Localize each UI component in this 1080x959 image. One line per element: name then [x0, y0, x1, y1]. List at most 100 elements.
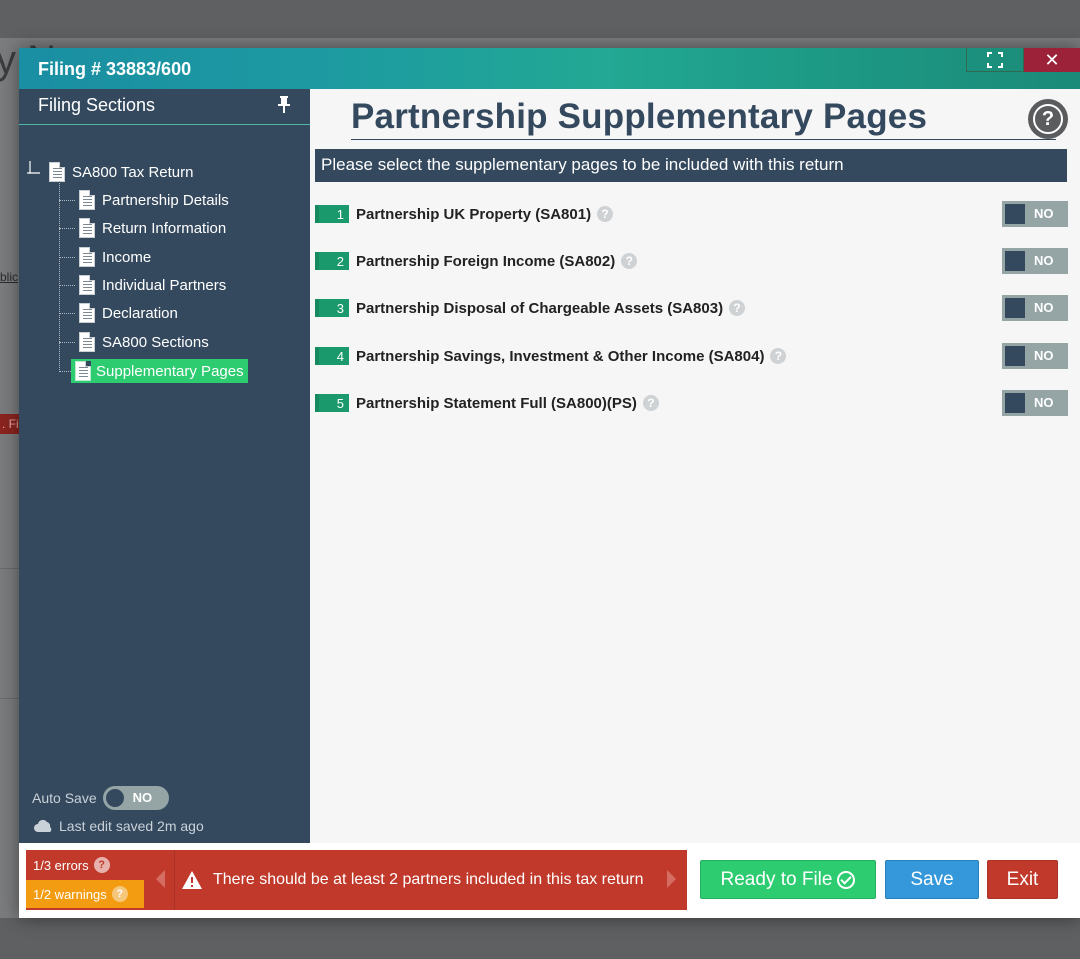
help-icon: ? [93, 857, 110, 873]
warning-triangle-icon [182, 871, 202, 889]
tree-item-individual-partners[interactable]: Individual Partners [79, 273, 226, 297]
background-link-fragment: blic [0, 270, 19, 284]
warning-count[interactable]: 1/2 warnings ? [26, 880, 144, 908]
instruction-bar: Please select the supplementary pages to… [315, 149, 1067, 182]
tree-item-declaration[interactable]: Declaration [79, 301, 178, 325]
help-icon[interactable]: ? [621, 253, 638, 269]
include-toggle[interactable]: NO [1002, 390, 1068, 416]
next-message-arrow-icon[interactable] [667, 870, 676, 888]
warning-count-label: 1/2 warnings [33, 886, 107, 902]
tree-item-income[interactable]: Income [79, 245, 151, 269]
row-label: Partnership Statement Full (SA800)(PS) [356, 394, 637, 412]
row-number-badge: 3 [315, 299, 349, 317]
document-icon [79, 247, 95, 267]
tree-item-label: Return Information [102, 219, 227, 237]
toggle-state: NO [1034, 395, 1054, 410]
modal-title: Filing # 33883/600 [38, 59, 192, 79]
cloud-icon [34, 820, 52, 832]
document-icon [79, 303, 95, 323]
tree-guide-branch [59, 200, 75, 201]
toggle-knob [1005, 204, 1025, 224]
error-count-label: 1/3 errors [33, 857, 89, 873]
tree-item-label: SA800 Sections [102, 333, 209, 351]
help-icon: ? [111, 886, 128, 902]
modal-header: Filing # 33883/600 ✕ [19, 48, 1080, 89]
sidebar-header: Filing Sections [19, 89, 310, 125]
tree-root-label: SA800 Tax Return [72, 163, 194, 181]
save-button[interactable]: Save [885, 860, 979, 899]
toggle-state: NO [1034, 348, 1054, 363]
error-count[interactable]: 1/3 errors ? [26, 850, 172, 880]
document-icon [79, 190, 95, 210]
include-toggle[interactable]: NO [1002, 295, 1068, 321]
validation-message: There should be at least 2 partners incl… [174, 850, 643, 910]
validation-status-box: 1/3 errors ? 1/2 warnings ? There should… [26, 850, 687, 910]
toggle-state: NO [1034, 253, 1054, 268]
help-icon[interactable]: ? [597, 206, 614, 222]
help-button[interactable]: ? [1028, 99, 1068, 139]
supplementary-row-sa802: 2 Partnership Foreign Income (SA802) ? N… [315, 248, 1068, 274]
row-number-badge: 5 [315, 394, 349, 412]
ready-to-file-button[interactable]: Ready to File [700, 860, 876, 899]
ready-to-file-label: Ready to File [720, 868, 833, 890]
maximize-icon [987, 51, 1003, 68]
background-divider [0, 568, 20, 569]
validation-message-text: There should be at least 2 partners incl… [213, 871, 644, 888]
autosave-toggle[interactable]: NO [102, 786, 169, 810]
document-icon [79, 218, 95, 238]
help-icon[interactable]: ? [729, 300, 746, 316]
close-icon: ✕ [1044, 49, 1060, 70]
tree-guide-branch [59, 228, 75, 229]
document-icon [79, 332, 95, 352]
include-toggle[interactable]: NO [1002, 201, 1068, 227]
close-button[interactable]: ✕ [1024, 48, 1080, 72]
tree-root-sa800[interactable]: SA800 Tax Return [49, 161, 193, 183]
pin-icon[interactable] [277, 96, 291, 114]
toggle-knob [1005, 298, 1025, 318]
title-divider [351, 139, 1056, 140]
row-label: Partnership UK Property (SA801) [356, 205, 592, 223]
row-number-badge: 1 [315, 205, 349, 223]
include-toggle[interactable]: NO [1002, 343, 1068, 369]
main-content: Partnership Supplementary Pages ? Please… [310, 89, 1080, 843]
autosave-label: Auto Save [32, 790, 97, 806]
row-number-badge: 2 [315, 252, 349, 270]
help-icon: ? [1033, 104, 1063, 134]
last-saved-text: Last edit saved 2m ago [59, 818, 204, 834]
previous-message-arrow-icon[interactable] [156, 870, 165, 888]
document-icon [79, 275, 95, 295]
tree-item-sa800-sections[interactable]: SA800 Sections [79, 330, 209, 354]
toggle-knob [1005, 393, 1025, 413]
row-label: Partnership Disposal of Chargeable Asset… [356, 299, 724, 317]
tree-item-return-information[interactable]: Return Information [79, 216, 226, 240]
tree-item-label: Income [102, 248, 152, 266]
tree-item-label: Partnership Details [102, 191, 229, 209]
supplementary-row-sa803: 3 Partnership Disposal of Chargeable Ass… [315, 295, 1068, 321]
tree-item-partnership-details[interactable]: Partnership Details [79, 188, 229, 212]
exit-button[interactable]: Exit [987, 860, 1058, 899]
include-toggle[interactable]: NO [1002, 248, 1068, 274]
supplementary-row-sa804: 4 Partnership Savings, Investment & Othe… [315, 343, 1068, 369]
tree-guide-line [59, 181, 60, 372]
tree-guide-branch [59, 313, 75, 314]
tree-item-label: Declaration [102, 304, 178, 322]
tree-guide-branch [59, 342, 75, 343]
help-icon[interactable]: ? [770, 348, 787, 364]
modal-footer: 1/3 errors ? 1/2 warnings ? There should… [19, 843, 1080, 918]
tree-item-label: Supplementary Pages [96, 362, 244, 380]
toggle-knob [105, 789, 124, 807]
tree-connector-icon [27, 161, 40, 174]
row-number-badge: 4 [315, 347, 349, 365]
tree-item-supplementary-pages[interactable]: Supplementary Pages [71, 359, 248, 383]
page-title: Partnership Supplementary Pages [351, 97, 928, 136]
filing-sections-sidebar: Filing Sections SA800 Tax Return Partner… [19, 89, 310, 843]
supplementary-row-sa800-ps: 5 Partnership Statement Full (SA800)(PS)… [315, 390, 1068, 416]
row-label: Partnership Foreign Income (SA802) [356, 252, 616, 270]
supplementary-row-sa801: 1 Partnership UK Property (SA801) ? NO [315, 201, 1068, 227]
help-icon[interactable]: ? [642, 395, 659, 411]
toggle-state: NO [132, 790, 153, 805]
maximize-button[interactable] [966, 48, 1024, 72]
check-circle-icon [837, 870, 856, 889]
toggle-state: NO [1034, 206, 1054, 221]
background-divider [0, 698, 20, 699]
